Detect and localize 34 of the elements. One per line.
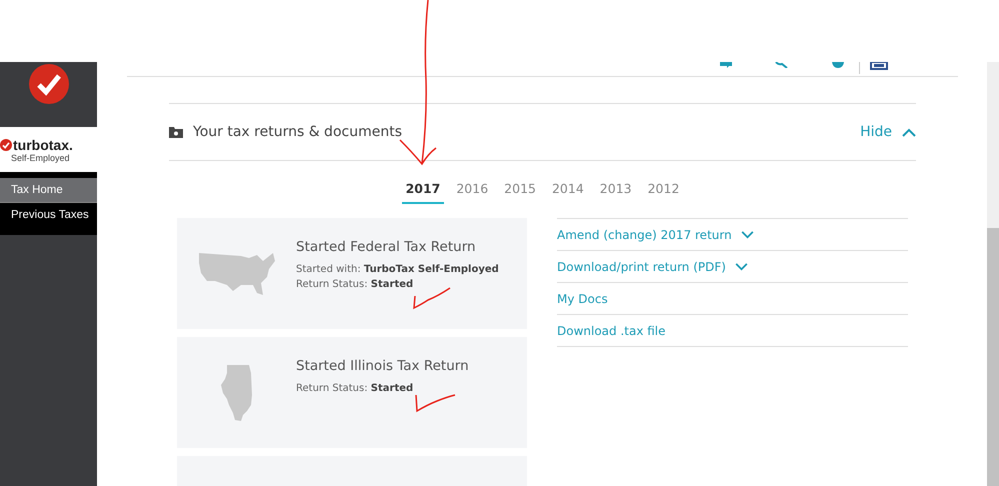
folder-icon (169, 126, 183, 138)
nav-item[interactable]: Tax Home (0, 178, 97, 203)
document-link[interactable]: Amend (change) 2017 return (557, 228, 732, 242)
document-link[interactable]: Download/print return (PDF) (557, 260, 726, 274)
hide-toggle[interactable]: Hide (860, 124, 916, 140)
year-tab[interactable]: 2017 (402, 179, 444, 204)
year-tab[interactable]: 2016 (452, 179, 492, 204)
checkmark-logo-icon (28, 64, 68, 104)
usa-map-icon (196, 250, 276, 296)
document-link[interactable]: My Docs (557, 292, 608, 306)
return-card[interactable]: Started Federal Tax Return Started with: TurboTax Self-Employed Return Status: Started (177, 218, 527, 329)
product-edition: Self-Employed (11, 152, 71, 162)
nav-item[interactable]: Previous Taxes (0, 203, 97, 235)
return-title: Started Illinois Tax Return (296, 358, 469, 374)
return-detail: Return Status: Started (296, 382, 414, 396)
scrollbar-thumb[interactable] (987, 228, 999, 486)
return-title: Started Federal Tax Return (296, 239, 477, 255)
chevron-up-icon[interactable] (902, 128, 916, 136)
section-title: Your tax returns & documents (193, 124, 403, 140)
brand-name: turbotax. (13, 136, 73, 152)
return-detail: Started with: TurboTax Self-Employed (296, 263, 499, 277)
year-tab[interactable]: 2015 (500, 179, 540, 204)
return-detail: Return Status: Started (296, 278, 414, 292)
scrollbar[interactable] (987, 62, 999, 486)
chat-icon[interactable] (719, 62, 733, 68)
year-tab[interactable]: 2013 (596, 179, 636, 204)
chevron-down-icon[interactable] (734, 262, 748, 270)
return-card[interactable]: Started Illinois Tax Return Return Status: Started (177, 337, 527, 448)
illinois-map-icon (220, 364, 252, 420)
chevron-down-icon[interactable] (740, 230, 754, 238)
year-tab[interactable]: 2012 (644, 179, 684, 204)
document-link[interactable]: Download .tax file (557, 324, 666, 338)
year-tab[interactable]: 2014 (548, 179, 588, 204)
annotation-checkmark-drawing (412, 286, 452, 310)
